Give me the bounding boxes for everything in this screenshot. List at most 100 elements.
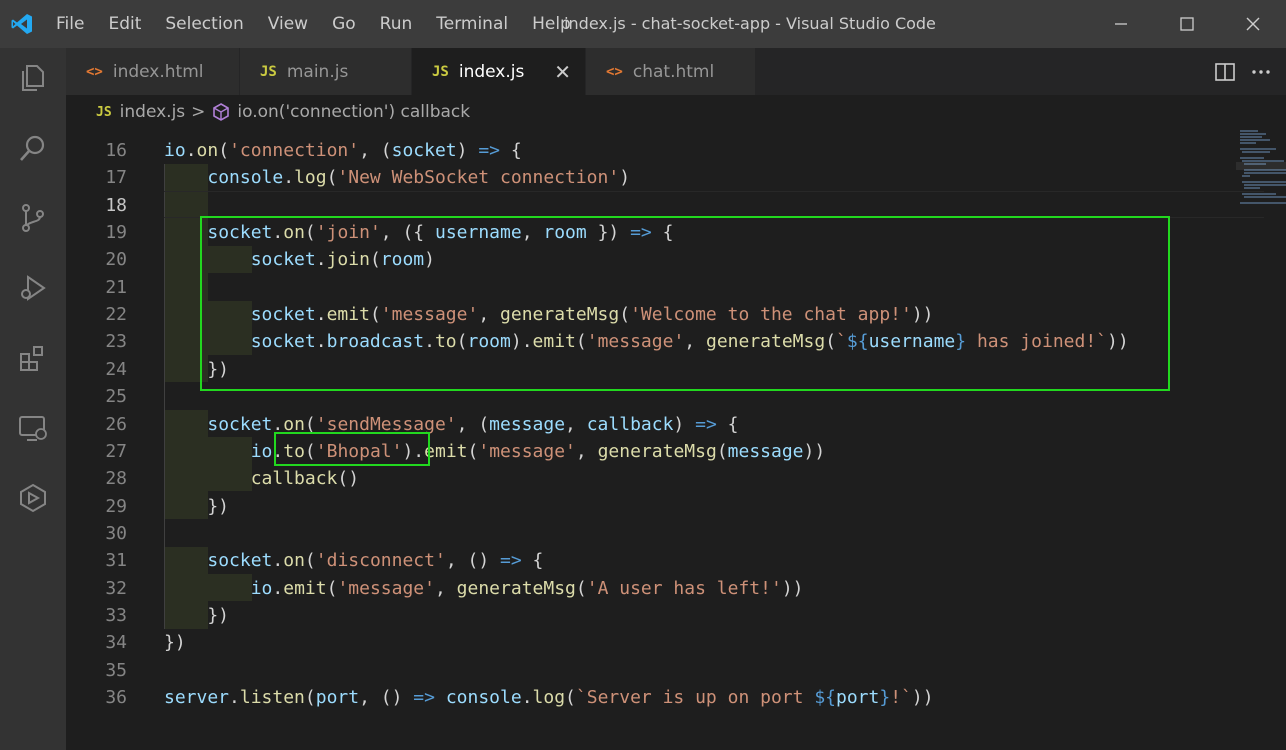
menu-selection[interactable]: Selection (153, 0, 255, 48)
menu-view[interactable]: View (256, 0, 320, 48)
line-number: 35 (105, 659, 127, 681)
minimap[interactable] (1236, 129, 1286, 209)
code-line: 29 }) (66, 493, 1266, 520)
code-token: { (716, 413, 739, 435)
line-number: 24 (105, 358, 127, 380)
code-token: , () (445, 550, 500, 572)
minimize-icon (1115, 23, 1127, 25)
line-number: 22 (105, 304, 127, 326)
code-token: log (294, 167, 327, 189)
code-text: }) (164, 602, 229, 629)
tab-label: index.js (458, 61, 525, 82)
code-token: socket (391, 140, 457, 161)
code-token: ) (456, 140, 479, 161)
code-token: ) (619, 167, 631, 189)
code-text: io.emit('message', generateMsg('A user h… (164, 575, 804, 602)
vscode-logo-icon (0, 0, 44, 48)
code-token: generateMsg (597, 440, 717, 462)
html-file-icon: <> (86, 63, 103, 80)
run-debug-icon[interactable] (13, 268, 53, 308)
tab-close-button[interactable]: ✕ (554, 60, 571, 84)
code-token: server (164, 687, 230, 708)
code-text: socket.on('sendMessage', (message, callb… (164, 411, 738, 438)
code-token: => (413, 687, 435, 708)
extensions-icon[interactable] (13, 338, 53, 378)
live-share-icon[interactable] (13, 478, 53, 518)
code-line: 31 socket.on('disconnect', () => { (66, 547, 1266, 574)
maximize-button[interactable] (1154, 0, 1220, 48)
code-line: 32 io.emit('message', generateMsg('A use… (66, 575, 1266, 602)
menu-go[interactable]: Go (320, 0, 368, 48)
code-token: io (250, 577, 273, 599)
code-token: => (478, 140, 501, 161)
tab-index-html[interactable]: <> index.html (66, 48, 240, 95)
code-line: 17 console.log('New WebSocket connection… (66, 164, 1266, 191)
title-bar: File Edit Selection View Go Run Terminal Help i… (0, 0, 1286, 48)
close-icon (1246, 17, 1260, 31)
code-token: => (695, 413, 717, 435)
code-line: 30 (66, 520, 1266, 547)
code-token: ( (218, 140, 230, 161)
code-token: io (164, 140, 186, 161)
code-line: 16 io.on('connection', (socket) => { (66, 137, 1266, 164)
code-token: ( (575, 577, 587, 599)
js-file-icon: JS (432, 63, 449, 80)
line-number: 23 (105, 331, 127, 353)
line-number: 31 (105, 550, 127, 572)
minimize-button[interactable] (1088, 0, 1154, 48)
line-number: 21 (105, 276, 127, 298)
js-file-icon: JS (260, 63, 277, 80)
tab-label: index.html (112, 61, 204, 82)
method-symbol-icon (213, 103, 230, 121)
menu-file[interactable]: File (44, 0, 96, 48)
code-token: )) (911, 687, 934, 708)
line-number: 25 (105, 386, 127, 408)
tab-index-js[interactable]: JS index.js ✕ (412, 48, 586, 95)
more-actions-icon[interactable] (1250, 61, 1272, 83)
code-token: ( (326, 577, 338, 599)
remote-explorer-icon[interactable] (13, 408, 53, 448)
code-token: } (879, 687, 891, 708)
menu-run[interactable]: Run (368, 0, 425, 48)
code-line: 34}) (66, 629, 1266, 656)
tab-main-js[interactable]: JS main.js (240, 48, 412, 95)
code-token: , (565, 413, 587, 435)
js-file-icon: JS (96, 104, 112, 120)
breadcrumb-file[interactable]: index.js (120, 102, 186, 122)
explorer-icon[interactable] (13, 58, 53, 98)
code-line: 36 server.listen(port, () => console.log(… (66, 684, 1266, 711)
code-token: callback (250, 468, 338, 490)
search-icon[interactable] (13, 128, 53, 168)
code-token: callback (586, 413, 674, 435)
code-text: server.listen(port, () => console.log(`S… (164, 684, 934, 711)
menu-terminal[interactable]: Terminal (424, 0, 520, 48)
code-token: io (250, 440, 273, 462)
source-control-icon[interactable] (13, 198, 53, 238)
breadcrumb-symbol[interactable]: io.on('connection') callback (237, 102, 470, 122)
code-token: console (207, 167, 284, 189)
code-token: `Server is up on port (575, 687, 815, 708)
code-token: port (836, 687, 880, 708)
line-number: 32 (105, 577, 127, 599)
code-text: }) (164, 493, 229, 520)
code-token: 'disconnect' (315, 550, 446, 572)
code-token: on (196, 140, 219, 161)
code-text: socket.on('disconnect', () => { (164, 547, 543, 574)
join-handler-highlight-box (200, 216, 1170, 391)
line-number: 33 (105, 604, 127, 626)
menu-edit[interactable]: Edit (96, 0, 153, 48)
split-editor-icon[interactable] (1214, 61, 1236, 83)
close-window-button[interactable] (1220, 0, 1286, 48)
code-token: => (500, 550, 522, 572)
code-token: { (500, 140, 522, 161)
tab-label: chat.html (632, 61, 715, 82)
code-editor[interactable]: 16 io.on('connection', (socket) => {17 co… (66, 129, 1286, 750)
code-line: 26 socket.on('sendMessage', (message, ca… (66, 411, 1266, 438)
code-token: { (521, 550, 544, 572)
tab-chat-html[interactable]: <> chat.html (586, 48, 756, 95)
code-token: )) (803, 440, 826, 462)
